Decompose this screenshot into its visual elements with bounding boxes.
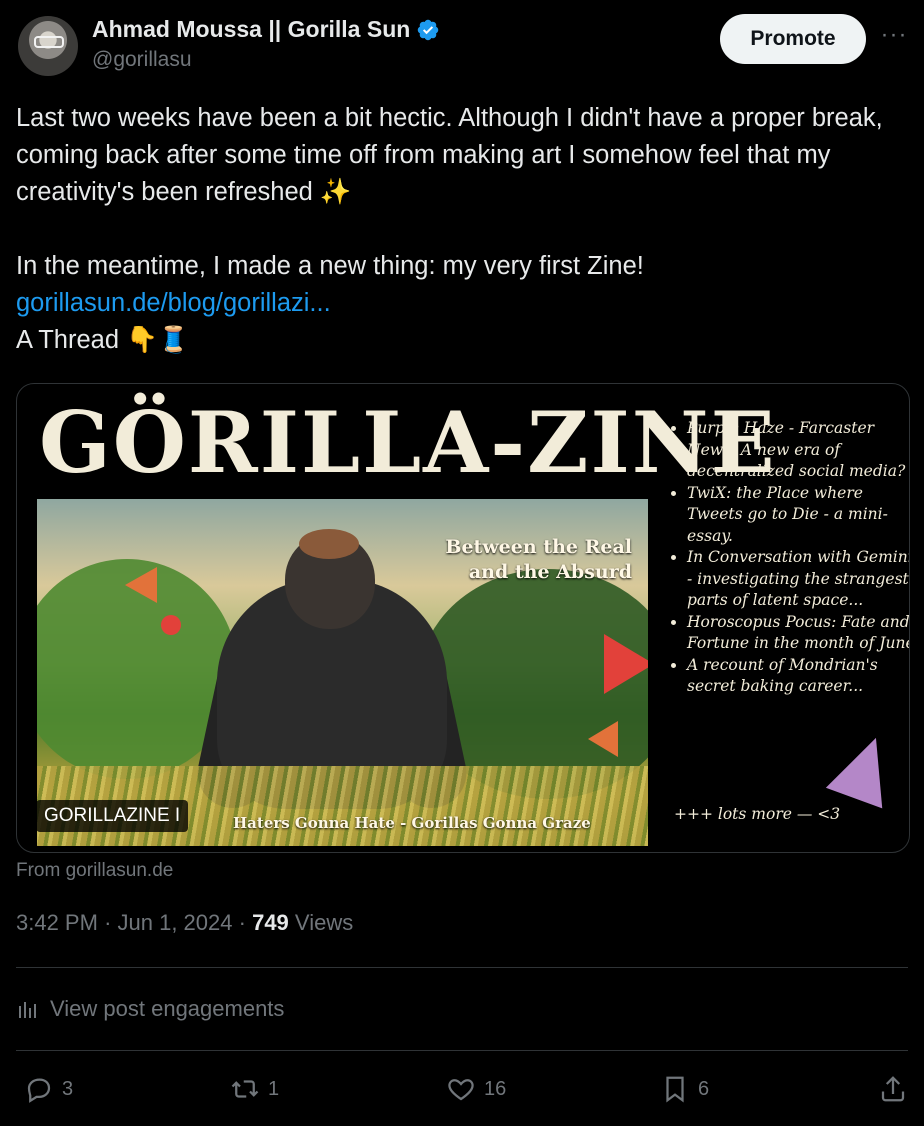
card-label: GORILLAZINE I (36, 800, 189, 832)
post-paragraph-2: In the meantime, I made a new thing: my … (16, 252, 644, 280)
zine-item: Purple Haze - Farcaster News. A new era … (687, 418, 909, 483)
post-date[interactable]: Jun 1, 2024 (118, 910, 233, 935)
analytics-icon (19, 1002, 36, 1018)
link-card[interactable]: GÖRILLA-ZINE Between the Real and the Ab… (16, 383, 910, 853)
repost-button[interactable]: 1 (230, 1062, 279, 1116)
like-count: 16 (484, 1077, 507, 1100)
post-paragraph-1: Last two weeks have been a bit hectic. A… (16, 104, 883, 206)
share-icon (881, 1076, 905, 1102)
views-label: Views (294, 910, 354, 935)
zine-item: In Conversation with Gemini - investigat… (687, 547, 909, 612)
action-bar: 3 1 16 6 (16, 1062, 908, 1116)
gorilla-artwork: Between the Real and the Absurd Haters G… (37, 499, 648, 846)
repost-count: 1 (268, 1077, 280, 1100)
verified-badge-icon[interactable] (416, 18, 440, 42)
reply-icon (27, 1078, 51, 1103)
reply-count: 3 (62, 1077, 74, 1100)
avatar-glasses (34, 36, 64, 48)
zine-item: A recount of Mondrian's secret baking ca… (687, 655, 909, 698)
post-meta: 3:42 PM · Jun 1, 2024 · 749 Views (16, 910, 354, 935)
art-footer: Haters Gonna Hate - Gorillas Gonna Graze (233, 814, 591, 832)
zine-contents-list: Purple Haze - Farcaster News. A new era … (667, 418, 909, 698)
author-display-name[interactable]: Ahmad Moussa || Gorilla Sun (92, 16, 410, 43)
view-engagements-label[interactable]: View post engagements (50, 996, 284, 1022)
bookmark-count: 6 (698, 1077, 710, 1100)
bookmark-button[interactable]: 6 (660, 1062, 709, 1116)
thread-line: A Thread 👇🧵 (16, 326, 190, 354)
card-source[interactable]: From gorillasun.de (16, 860, 173, 882)
bookmark-icon (666, 1076, 684, 1103)
views-count: 749 (252, 910, 289, 935)
purple-triangle-decoration (825, 727, 905, 809)
zine-item: Horoscopus Pocus: Fate and Fortune in th… (687, 612, 909, 655)
avatar[interactable] (18, 16, 78, 76)
post-time[interactable]: 3:42 PM (16, 910, 98, 935)
view-engagements-row[interactable]: View post engagements (16, 968, 908, 1050)
like-button[interactable]: 16 (446, 1062, 506, 1116)
author-handle[interactable]: @gorillasu (92, 48, 192, 72)
reply-button[interactable]: 3 (24, 1062, 73, 1116)
art-caption: Between the Real and the Absurd (445, 536, 632, 583)
repost-icon (231, 1080, 259, 1098)
divider (16, 1050, 908, 1051)
zine-item: TwiX: the Place where Tweets go to Die -… (687, 483, 909, 548)
share-button[interactable] (878, 1062, 908, 1116)
promote-button[interactable]: Promote (720, 14, 866, 64)
heart-icon (448, 1079, 474, 1101)
post-link[interactable]: gorillasun.de/blog/gorillazi... (16, 289, 331, 317)
post-text: Last two weeks have been a bit hectic. A… (16, 100, 906, 359)
more-options-icon[interactable]: ··· (880, 23, 908, 50)
post-header: Ahmad Moussa || Gorilla Sun @gorillasu P… (16, 14, 908, 78)
author-name-row: Ahmad Moussa || Gorilla Sun (92, 16, 440, 43)
zine-title: GÖRILLA-ZINE (39, 393, 777, 492)
zine-more-text: +++ lots more — <3 (674, 805, 841, 823)
